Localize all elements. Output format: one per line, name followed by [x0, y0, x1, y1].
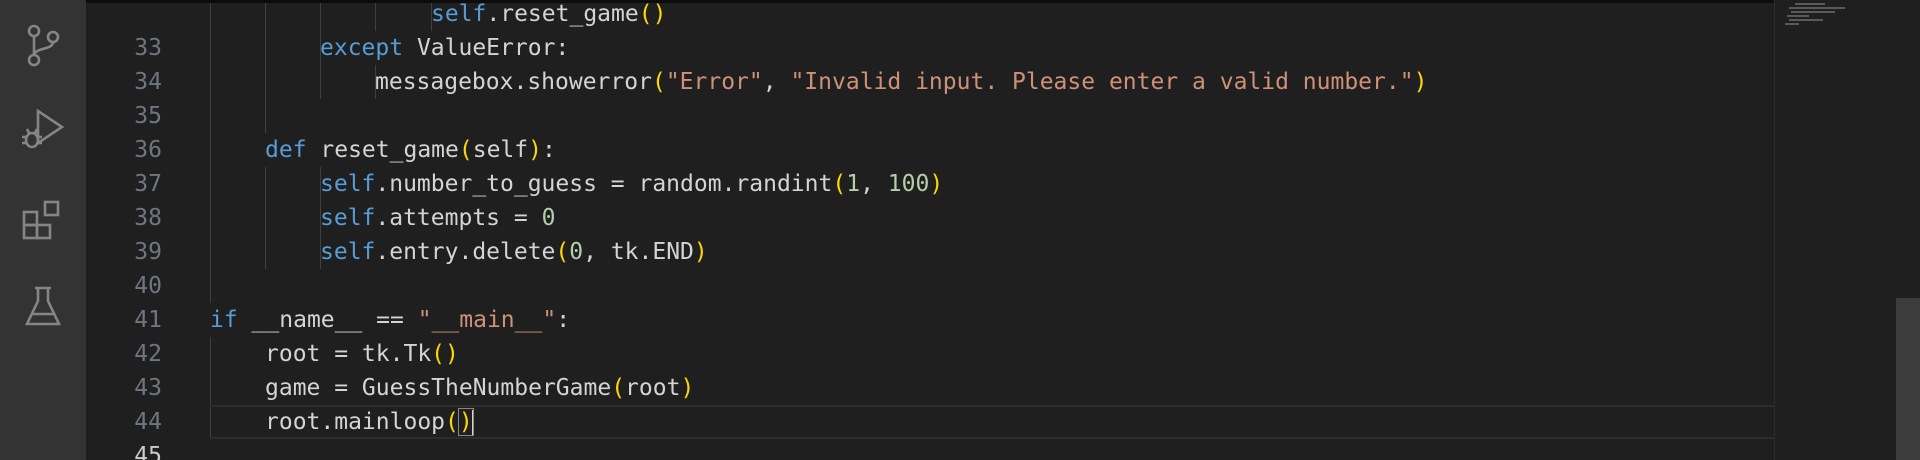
minimap[interactable] [1774, 0, 1893, 460]
code-text: game = GuessTheNumberGame(root) [265, 375, 695, 401]
code-line: 34 except ValueError: [86, 31, 1774, 95]
code-text: self.attempts = 0 [320, 205, 556, 231]
testing-flask-icon[interactable] [18, 282, 68, 332]
code-editor[interactable]: 33 self.reset_game() 34 except ValueErro… [86, 0, 1774, 460]
vertical-scrollbar[interactable] [1892, 0, 1920, 460]
code-text: def reset_game(self): [265, 137, 556, 163]
code-line: 37 def reset_game(self): [86, 133, 1774, 197]
code-line: 38 self.number_to_guess = random.randint… [86, 167, 1774, 231]
code-text: root.mainloop() [265, 408, 474, 436]
run-debug-icon[interactable] [18, 105, 68, 155]
code-line: 36 [86, 99, 1774, 163]
code-line: 33 self.reset_game() [86, 0, 1774, 61]
activity-bar [0, 0, 86, 460]
code-line: 41 [86, 269, 1774, 333]
extensions-icon[interactable] [18, 195, 68, 245]
code-text: self.entry.delete(0, tk.END) [320, 239, 708, 265]
code-text: messagebox.showerror("Error", "Invalid i… [375, 69, 1428, 95]
text-cursor [471, 409, 474, 436]
source-control-icon[interactable] [18, 20, 68, 70]
code-line: 39 self.attempts = 0 [86, 201, 1774, 265]
code-text: self.number_to_guess = random.randint(1,… [320, 171, 944, 197]
code-line-current: 45 root.mainloop() [86, 405, 1774, 460]
code-line: 35 messagebox.showerror("Error", "Invali… [86, 65, 1774, 129]
code-line: 42 if __name__ == "__main__": [86, 303, 1774, 367]
code-text: except ValueError: [320, 35, 570, 61]
scrollbar-thumb[interactable] [1896, 298, 1920, 460]
scroll-shadow [86, 0, 1774, 3]
code-line: 40 self.entry.delete(0, tk.END) [86, 235, 1774, 299]
line-number: 45 [134, 443, 162, 460]
code-text: if __name__ == "__main__": [210, 307, 571, 333]
code-text: root = tk.Tk() [265, 341, 459, 367]
code-line: 44 game = GuessTheNumberGame(root) [86, 371, 1774, 435]
code-text: self.reset_game() [431, 1, 667, 27]
code-line: 43 root = tk.Tk() [86, 337, 1774, 401]
